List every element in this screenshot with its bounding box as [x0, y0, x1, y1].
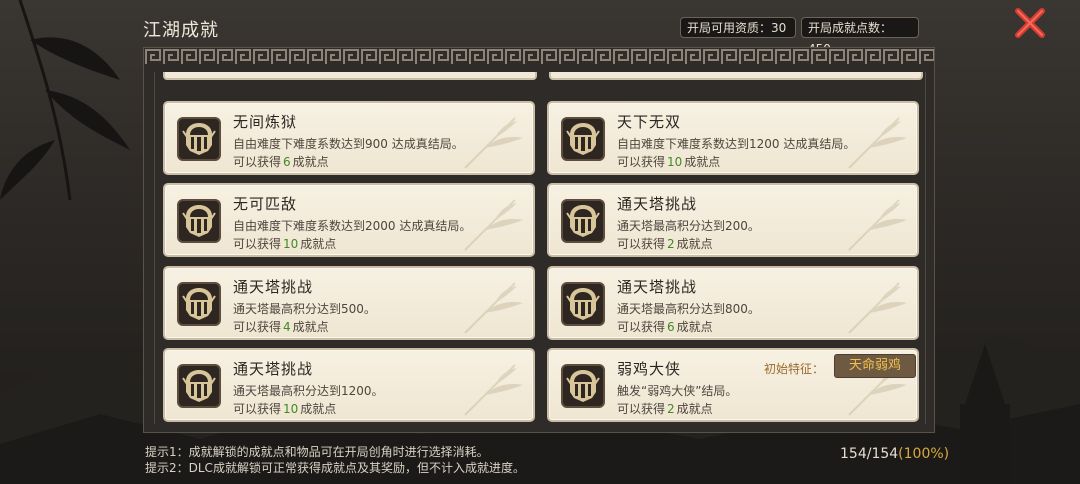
achievement-progress: 154/154(100%)	[840, 446, 949, 462]
reward-suffix: 成就点	[676, 320, 713, 334]
achievement-title: 弱鸡大侠	[617, 360, 682, 378]
reward-points: 2	[667, 402, 675, 416]
achievement-reward: 可以获得 2 成就点	[617, 235, 713, 252]
achievement-card[interactable]: 天下无双 自由难度下难度系数达到1200 达成真结局。 可以获得 10 成就点	[547, 101, 919, 175]
bamboo-watermark-icon	[464, 199, 523, 251]
achievement-card[interactable]: 无间炼狱 自由难度下难度系数达到900 达成真结局。 可以获得 6 成就点	[163, 101, 535, 175]
reward-suffix: 成就点	[292, 155, 329, 169]
reward-suffix: 成就点	[300, 402, 337, 416]
reward-points: 10	[283, 402, 299, 416]
bamboo-watermark-icon	[464, 117, 523, 169]
starting-talent-chip: 开局可用资质：30	[680, 17, 796, 38]
reward-points: 10	[283, 237, 299, 251]
bamboo-watermark-icon	[848, 117, 907, 169]
bamboo-watermark-icon	[848, 199, 907, 251]
achievement-title: 无可匹敌	[233, 195, 298, 213]
bamboo-branch-decoration	[0, 0, 130, 201]
achievement-description: 自由难度下难度系数达到2000 达成真结局。	[233, 219, 472, 233]
achievement-description: 触发“弱鸡大侠”结局。	[617, 384, 738, 398]
initial-trait-label: 初始特征：	[764, 362, 825, 376]
reward-prefix: 可以获得	[233, 402, 282, 416]
achievement-card[interactable]: 通天塔挑战 通天塔最高积分达到500。 可以获得 4 成就点	[163, 266, 535, 340]
reward-prefix: 可以获得	[617, 320, 666, 334]
reward-prefix: 可以获得	[617, 237, 666, 251]
achievement-title: 无间炼狱	[233, 113, 298, 131]
reward-prefix: 可以获得	[617, 402, 666, 416]
achievement-title: 通天塔挑战	[617, 195, 698, 213]
achievement-card[interactable]: 弱鸡大侠 触发“弱鸡大侠”结局。 可以获得 2 成就点 初始特征： 天命弱鸡	[547, 348, 919, 422]
achievement-title: 通天塔挑战	[233, 278, 314, 296]
achievement-reward: 可以获得 10 成就点	[233, 235, 336, 252]
hint-2: 提示2：DLC成就解锁可正常获得成就点及其奖励，但不计入成就进度。	[145, 461, 525, 475]
close-button[interactable]	[1010, 5, 1050, 41]
bamboo-watermark-icon	[848, 282, 907, 334]
reward-prefix: 可以获得	[233, 237, 282, 251]
hint-1: 提示1：成就解锁的成就点和物品可在开局创角时进行选择消耗。	[145, 445, 489, 459]
achievement-card[interactable]: 通天塔挑战 通天塔最高积分达到1200。 可以获得 10 成就点	[163, 348, 535, 422]
reward-suffix: 成就点	[676, 237, 713, 251]
bamboo-watermark-icon	[464, 364, 523, 416]
achievement-description: 通天塔最高积分达到500。	[233, 302, 376, 316]
achievement-card[interactable]: 通天塔挑战 通天塔最高积分达到800。 可以获得 6 成就点	[547, 266, 919, 340]
progress-percent: (100%)	[898, 446, 950, 462]
achievement-emblem-icon	[177, 282, 221, 326]
card-stub-right	[549, 72, 923, 80]
achievement-emblem-icon	[561, 364, 605, 408]
bamboo-watermark-icon	[464, 282, 523, 334]
achievement-description: 通天塔最高积分达到1200。	[233, 384, 384, 398]
achievement-description: 自由难度下难度系数达到1200 达成真结局。	[617, 137, 856, 151]
reward-points: 6	[283, 155, 291, 169]
reward-suffix: 成就点	[300, 237, 337, 251]
achievement-description: 通天塔最高积分达到800。	[617, 302, 760, 316]
reward-points: 6	[667, 320, 675, 334]
reward-prefix: 可以获得	[233, 320, 282, 334]
achievement-card[interactable]: 无可匹敌 自由难度下难度系数达到2000 达成真结局。 可以获得 10 成就点	[163, 183, 535, 257]
reward-prefix: 可以获得	[233, 155, 282, 169]
achievement-reward: 可以获得 2 成就点	[617, 400, 713, 417]
achievement-emblem-icon	[177, 117, 221, 161]
reward-suffix: 成就点	[684, 155, 721, 169]
achievement-reward: 可以获得 6 成就点	[617, 318, 713, 335]
reward-suffix: 成就点	[676, 402, 713, 416]
progress-count: 154/154	[840, 446, 899, 462]
achievement-card[interactable]: 通天塔挑战 通天塔最高积分达到200。 可以获得 2 成就点	[547, 183, 919, 257]
achievement-reward: 可以获得 4 成就点	[233, 318, 329, 335]
starting-points-chip: 开局成就点数：450	[801, 17, 919, 56]
close-x-icon	[1015, 8, 1045, 38]
achievement-emblem-icon	[177, 364, 221, 408]
reward-prefix: 可以获得	[617, 155, 666, 169]
achievement-emblem-icon	[561, 282, 605, 326]
achievement-reward: 可以获得 10 成就点	[233, 400, 336, 417]
reward-points: 10	[667, 155, 683, 169]
achievement-description: 通天塔最高积分达到200。	[617, 219, 760, 233]
window-title: 江湖成就	[143, 20, 219, 41]
reward-points: 2	[667, 237, 675, 251]
reward-suffix: 成就点	[292, 320, 329, 334]
achievement-title: 通天塔挑战	[617, 278, 698, 296]
achievement-reward: 可以获得 6 成就点	[233, 153, 329, 170]
achievement-reward: 可以获得 10 成就点	[617, 153, 720, 170]
meander-border	[144, 48, 934, 66]
achievement-description: 自由难度下难度系数达到900 达成真结局。	[233, 137, 464, 151]
card-stub-left	[163, 72, 537, 80]
achievement-emblem-icon	[561, 117, 605, 161]
reward-points: 4	[283, 320, 291, 334]
achievement-title: 通天塔挑战	[233, 360, 314, 378]
achievement-title: 天下无双	[617, 113, 682, 131]
initial-trait-badge[interactable]: 天命弱鸡	[834, 354, 916, 378]
achievement-emblem-icon	[177, 199, 221, 243]
achievement-emblem-icon	[561, 199, 605, 243]
